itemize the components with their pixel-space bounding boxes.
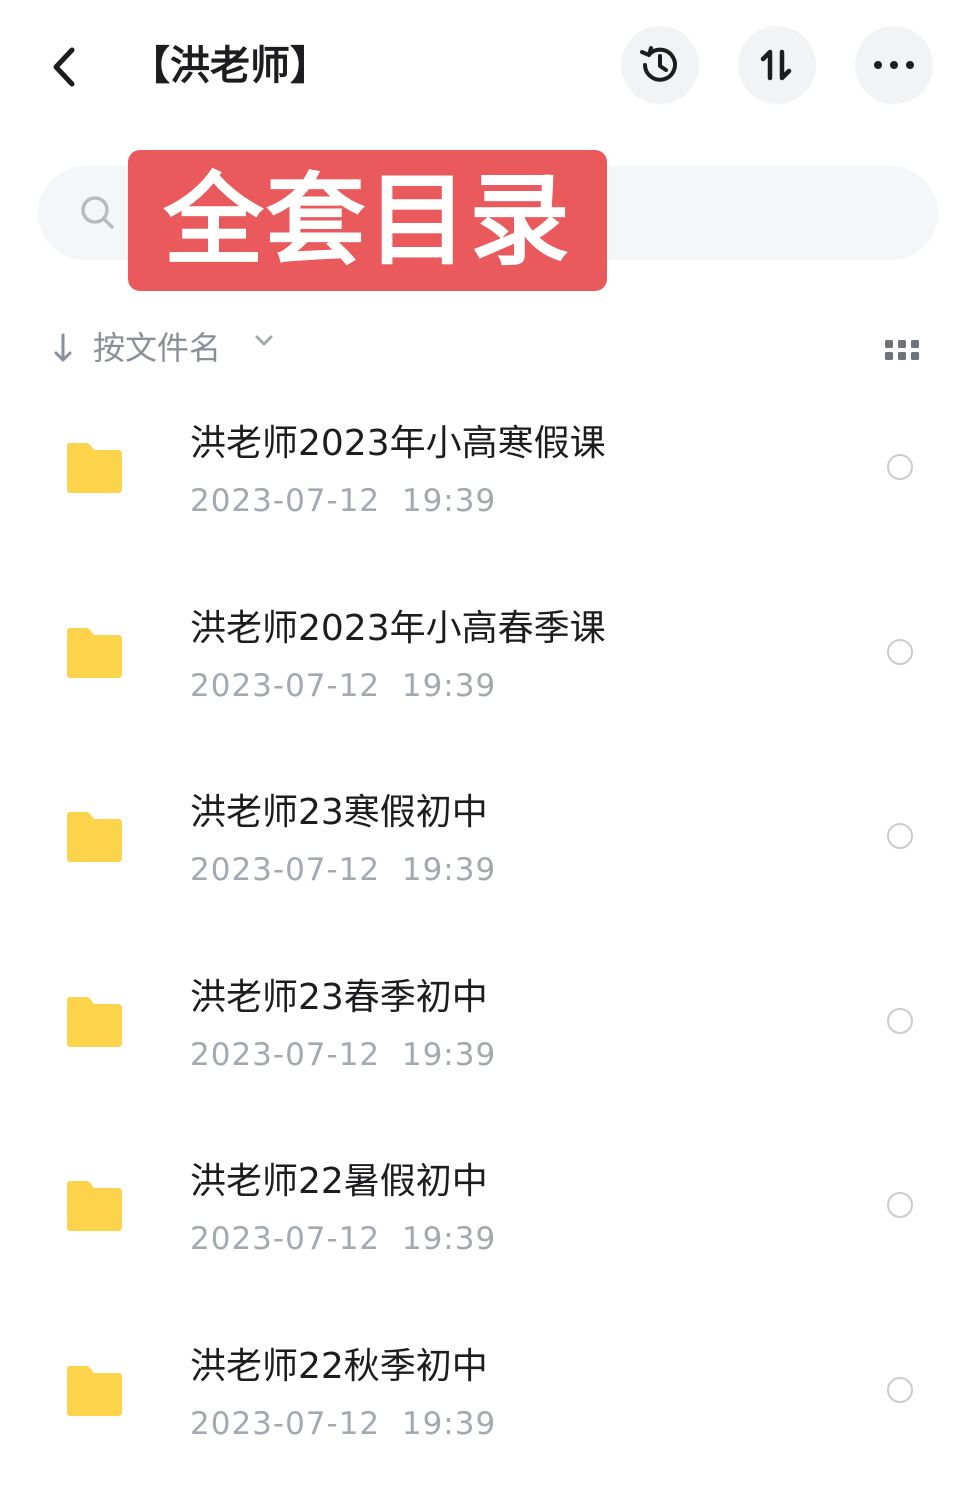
file-name: 洪老师2023年小高春季课: [190, 607, 606, 649]
history-button[interactable]: [621, 26, 699, 104]
folder-icon: [67, 812, 122, 862]
list-item[interactable]: 洪老师23春季初中 2023-07-12 19:39: [0, 930, 977, 1115]
file-date: 2023-07-12 19:39: [190, 1405, 497, 1442]
history-icon: [640, 46, 677, 82]
sort-toggle-icon: [760, 49, 792, 81]
file-date: 2023-07-12 19:39: [190, 483, 497, 519]
select-radio[interactable]: [887, 454, 913, 480]
overlay-banner: 全套目录: [128, 150, 607, 291]
folder-icon: [67, 996, 122, 1047]
back-button[interactable]: [40, 42, 90, 92]
file-name: 洪老师23寒假初中: [190, 792, 488, 833]
search-icon: [81, 196, 114, 229]
folder-icon: [67, 1365, 122, 1416]
select-radio[interactable]: [887, 1376, 913, 1403]
file-date: 2023-07-12 19:39: [190, 1036, 497, 1073]
file-name: 洪老师23春季初中: [190, 976, 488, 1018]
arrow-down-icon: [54, 333, 72, 362]
file-date: 2023-07-12 19:39: [190, 852, 497, 888]
select-radio[interactable]: [887, 638, 913, 665]
file-name: 洪老师2023年小高寒假课: [190, 423, 606, 464]
file-date: 2023-07-12 19:39: [190, 1221, 497, 1257]
list-item[interactable]: 洪老师22暑假初中 2023-07-12 19:39: [0, 1114, 977, 1299]
sort-order-button[interactable]: [738, 26, 816, 104]
folder-icon: [67, 443, 122, 493]
page-title: 【洪老师】: [130, 43, 330, 89]
top-bar: 【洪老师】: [0, 0, 977, 130]
select-radio[interactable]: [887, 1007, 913, 1034]
more-button[interactable]: [855, 26, 933, 104]
sort-by-filename-dropdown[interactable]: 按文件名: [93, 324, 221, 372]
file-date: 2023-07-12 19:39: [190, 667, 497, 704]
select-radio[interactable]: [887, 823, 913, 849]
chevron-down-icon[interactable]: [254, 334, 274, 348]
chevron-left-icon: [53, 47, 75, 87]
file-list: 洪老师2023年小高寒假课 2023-07-12 19:39 洪老师2023年小…: [0, 376, 977, 1483]
select-radio[interactable]: [887, 1192, 913, 1218]
file-name: 洪老师22秋季初中: [190, 1345, 488, 1387]
list-item[interactable]: 洪老师22秋季初中 2023-07-12 19:39: [0, 1299, 977, 1484]
list-item[interactable]: 洪老师2023年小高寒假课 2023-07-12 19:39: [0, 376, 977, 561]
list-item[interactable]: 洪老师23寒假初中 2023-07-12 19:39: [0, 745, 977, 930]
file-name: 洪老师22暑假初中: [190, 1161, 488, 1202]
list-item[interactable]: 洪老师2023年小高春季课 2023-07-12 19:39: [0, 561, 977, 746]
grid-view-icon[interactable]: [884, 338, 920, 362]
sort-bar: 按文件名: [0, 320, 977, 376]
folder-icon: [67, 1181, 122, 1231]
more-icon: [874, 61, 914, 69]
folder-icon: [67, 627, 122, 678]
